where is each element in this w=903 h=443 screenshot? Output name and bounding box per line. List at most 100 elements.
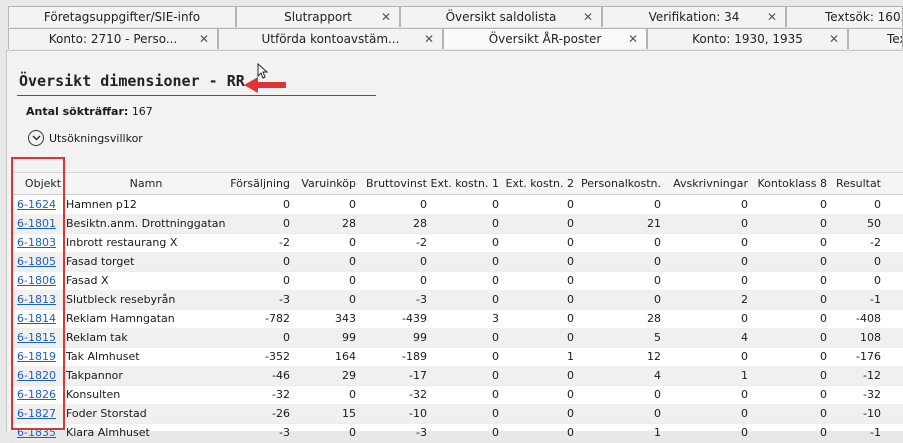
column-header-kontoklass-8[interactable]: Kontoklass 8: [748, 173, 827, 194]
cell-resultat: 0: [874, 198, 881, 211]
tab-konto-2710[interactable]: Konto: 2710 - Perso... ✕: [8, 28, 218, 49]
tab-utforda-kontoavstam[interactable]: Utförda kontoavstäm... ✕: [218, 28, 443, 49]
cell-resultat: -12: [863, 369, 881, 382]
cell-objekt[interactable]: 6-1801: [17, 214, 59, 233]
cell-objekt[interactable]: 6-1805: [17, 252, 59, 271]
close-icon[interactable]: ✕: [767, 7, 777, 27]
tab-label: Textsök: 16032: [825, 10, 902, 24]
tab-foretagsuppgifter[interactable]: Företagsuppgifter/SIE-info: [8, 6, 236, 27]
close-icon[interactable]: ✕: [583, 7, 593, 27]
cell-objekt[interactable]: 6-1835: [17, 423, 59, 442]
cell-ext-kostn-1: 0: [492, 293, 499, 306]
cell-objekt[interactable]: 6-1813: [17, 290, 59, 309]
close-icon[interactable]: ✕: [424, 29, 434, 49]
cell-namn: Takpannor: [66, 369, 123, 382]
cell-ext-kostn-1: 0: [492, 198, 499, 211]
table-row[interactable]: 6-1827 Foder Storstad -26 15 -10 0 0 0 0 0 -10: [14, 404, 903, 424]
table-row[interactable]: 6-1819 Tak Almhuset -352 164 -189 0 1 12 0 0 -176: [14, 347, 903, 367]
search-conditions-toggle[interactable]: Utsökningsvillkor: [28, 128, 143, 148]
cell-kontoklass-8: 0: [820, 388, 827, 401]
tab-konto-1930-1935[interactable]: Konto: 1930, 1935 ✕: [647, 28, 848, 49]
cell-ext-kostn-2: 0: [567, 369, 574, 382]
cell-objekt[interactable]: 6-1624: [17, 195, 59, 214]
cell-resultat: -10: [863, 407, 881, 420]
cell-bruttovinst: -3: [416, 426, 427, 439]
column-header-ext-kostn-2[interactable]: Ext. kostn. 2: [499, 173, 574, 194]
column-header-namn[interactable]: Namn: [66, 173, 226, 194]
cell-forsaljning: -2: [279, 236, 290, 249]
column-header-avskrivningar[interactable]: Avskrivningar: [661, 173, 748, 194]
column-header-objekt[interactable]: Objekt: [20, 173, 66, 194]
column-header-resultat[interactable]: Resultat: [827, 173, 881, 194]
tab-textsok[interactable]: Textsök: 16032: [786, 6, 903, 27]
table-row[interactable]: 6-1826 Konsulten -32 0 -32 0 0 0 0 0 -32: [14, 385, 903, 405]
column-header-personalkostn[interactable]: Personalkostn.: [574, 173, 661, 194]
cell-avskrivningar: 0: [741, 255, 748, 268]
cell-objekt[interactable]: 6-1827: [17, 404, 59, 423]
table-row[interactable]: 6-1835 Klara Almhuset -3 0 -3 0 0 1 0 0 -1: [14, 423, 903, 443]
cell-objekt[interactable]: 6-1820: [17, 366, 59, 385]
close-icon[interactable]: ✕: [628, 29, 638, 49]
cell-objekt[interactable]: 6-1826: [17, 385, 59, 404]
table-row[interactable]: 6-1803 Inbrott restaurang X -2 0 -2 0 0 0 0 0 -2: [14, 233, 903, 253]
cell-objekt[interactable]: 6-1815: [17, 328, 59, 347]
cell-kontoklass-8: 0: [820, 350, 827, 363]
table-row[interactable]: 6-1805 Fasad torget 0 0 0 0 0 0 0 0 0: [14, 252, 903, 272]
cell-objekt[interactable]: 6-1819: [17, 347, 59, 366]
cell-personalkostn: 0: [654, 407, 661, 420]
cell-ext-kostn-2: 0: [567, 312, 574, 325]
title-underline: [17, 95, 376, 96]
column-header-forsaljning[interactable]: Försäljning: [226, 173, 290, 194]
cell-personalkostn: 0: [654, 255, 661, 268]
cell-resultat: -176: [856, 350, 881, 363]
tab-oversikt-saldolista[interactable]: Översikt saldolista ✕: [400, 6, 602, 27]
cell-avskrivningar: 0: [741, 236, 748, 249]
cell-ext-kostn-1: 0: [492, 217, 499, 230]
tab-slutrapport[interactable]: Slutrapport ✕: [236, 6, 400, 27]
cell-varuinkop: 0: [349, 274, 356, 287]
cell-ext-kostn-1: 3: [492, 312, 499, 325]
close-icon[interactable]: ✕: [381, 7, 391, 27]
cell-objekt[interactable]: 6-1814: [17, 309, 59, 328]
cell-objekt[interactable]: 6-1803: [17, 233, 59, 252]
column-header-bruttovinst[interactable]: Bruttovinst: [356, 173, 427, 194]
tab-label: Slutrapport: [284, 10, 352, 24]
cell-ext-kostn-2: 0: [567, 293, 574, 306]
search-conditions-label: Utsökningsvillkor: [49, 131, 143, 145]
cell-kontoklass-8: 0: [820, 274, 827, 287]
cell-kontoklass-8: 0: [820, 369, 827, 382]
close-icon[interactable]: ✕: [199, 29, 209, 49]
table-row[interactable]: 6-1820 Takpannor -46 29 -17 0 0 4 1 0 -12: [14, 366, 903, 386]
cell-resultat: -1: [870, 293, 881, 306]
tab-verifikation[interactable]: Verifikation: 34 ✕: [602, 6, 786, 27]
hits-label: Antal sökträffar:: [26, 105, 129, 118]
table-row[interactable]: 6-1813 Slutbleck resebyrån -3 0 -3 0 0 0 2 0 -1: [14, 290, 903, 310]
column-header-ext-kostn-1[interactable]: Ext. kostn. 1: [427, 173, 499, 194]
cell-avskrivningar: 0: [741, 388, 748, 401]
cell-namn: Fasad X: [66, 274, 109, 287]
close-icon[interactable]: ✕: [829, 29, 839, 49]
tab-tex[interactable]: Tex: [848, 28, 903, 49]
table-row[interactable]: 6-1814 Reklam Hamngatan -782 343 -439 3 0 28 0 0 -…: [14, 309, 903, 329]
cell-bruttovinst: -189: [402, 350, 427, 363]
cell-kontoklass-8: 0: [820, 236, 827, 249]
tab-oversikt-ar-poster[interactable]: Översikt ÅR-poster ✕: [443, 28, 647, 49]
table-row[interactable]: 6-1815 Reklam tak 0 99 99 0 0 5 4 0 108: [14, 328, 903, 348]
table-row[interactable]: 6-1801 Besiktn.anm. Drottninggatan 0 28 28 0 0…: [14, 214, 903, 234]
cell-avskrivningar: 0: [741, 407, 748, 420]
cell-namn: Foder Storstad: [66, 407, 147, 420]
cell-bruttovinst: 0: [420, 255, 427, 268]
cell-varuinkop: 0: [349, 236, 356, 249]
hits-value: 167: [131, 105, 153, 118]
cell-ext-kostn-2: 0: [567, 331, 574, 344]
cell-varuinkop: 343: [335, 312, 356, 325]
cell-objekt[interactable]: 6-1806: [17, 271, 59, 290]
table-row[interactable]: 6-1624 Hamnen p12 0 0 0 0 0 0 0 0 0: [14, 195, 903, 215]
cell-forsaljning: -32: [272, 388, 290, 401]
cell-personalkostn: 1: [654, 426, 661, 439]
column-header-varuinkop[interactable]: Varuinköp: [290, 173, 356, 194]
tab-label: Konto: 2710 - Perso...: [48, 32, 178, 46]
chevron-down-icon[interactable]: [28, 130, 44, 146]
cell-kontoklass-8: 0: [820, 217, 827, 230]
table-row[interactable]: 6-1806 Fasad X 0 0 0 0 0 0 0 0 0: [14, 271, 903, 291]
